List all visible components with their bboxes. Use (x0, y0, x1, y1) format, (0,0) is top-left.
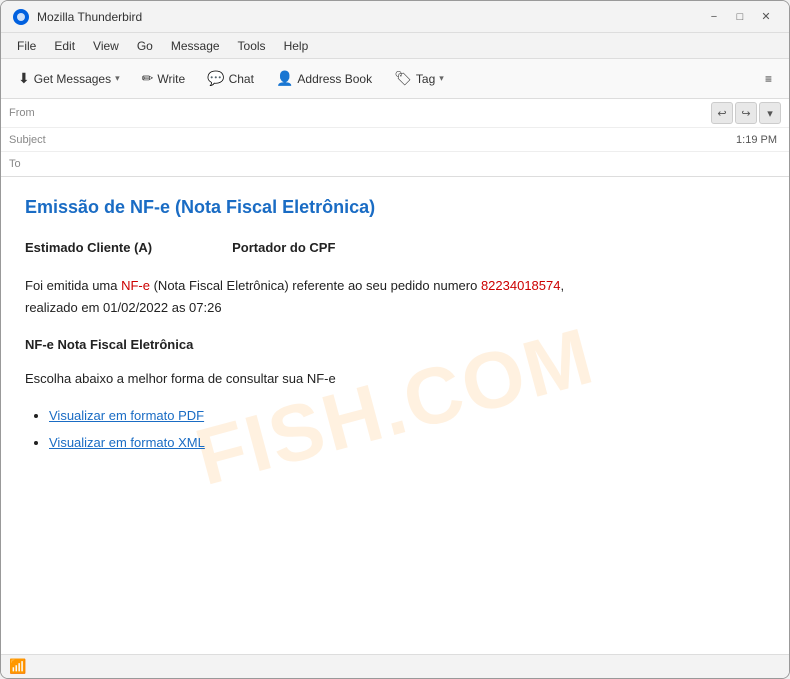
from-row: From ↩ ↪ ▾ (1, 99, 789, 128)
email-subject-heading: Emissão de NF-e (Nota Fiscal Eletrônica) (25, 197, 765, 218)
to-row: To (1, 152, 789, 176)
minimize-button[interactable]: − (703, 6, 725, 28)
menu-tools[interactable]: Tools (230, 37, 274, 55)
body-line-2: realizado em 01/02/2022 as 07:26 (25, 300, 222, 315)
forward-button[interactable]: ↪ (735, 102, 757, 124)
list-item: Visualizar em formato PDF (49, 406, 765, 427)
instruction-text: Escolha abaixo a melhor forma de consult… (25, 368, 765, 390)
get-messages-icon: ⬇ (18, 70, 30, 87)
menu-help[interactable]: Help (276, 37, 317, 55)
menu-go[interactable]: Go (129, 37, 161, 55)
menu-edit[interactable]: Edit (46, 37, 83, 55)
email-action-buttons: ↩ ↪ ▾ (711, 102, 781, 124)
window-controls: − □ ✕ (703, 6, 777, 28)
tag-dropdown-icon: ▾ (439, 73, 444, 84)
write-label: Write (157, 72, 185, 86)
get-messages-button[interactable]: ⬇ Get Messages ▾ (9, 65, 129, 92)
greeting-left: Estimado Cliente (A) (25, 238, 152, 259)
wifi-icon: 📶 (9, 658, 26, 675)
subject-label: Subject (9, 134, 59, 146)
email-time: 1:19 PM (736, 134, 777, 146)
email-body-area: FISH.COM Emissão de NF-e (Nota Fiscal El… (1, 177, 789, 654)
tag-icon: 🏷 (394, 70, 412, 87)
greeting-row: Estimado Cliente (A) Portador do CPF (25, 238, 765, 259)
status-bar: 📶 (1, 654, 789, 678)
address-book-label: Address Book (297, 72, 372, 86)
app-icon (13, 9, 29, 25)
write-button[interactable]: ✏ Write (133, 65, 195, 92)
menu-bar: File Edit View Go Message Tools Help (1, 33, 789, 59)
main-window: Mozilla Thunderbird − □ ✕ File Edit View… (0, 0, 790, 679)
address-book-icon: 👤 (276, 70, 293, 87)
body-text-1: Foi emitida uma (25, 278, 121, 293)
subject-row: Subject 1:19 PM (1, 128, 789, 152)
xml-link[interactable]: Visualizar em formato XML (49, 435, 205, 450)
nf-e-label: NF-e (121, 278, 150, 293)
hamburger-menu-button[interactable]: ≡ (756, 67, 781, 91)
window-title: Mozilla Thunderbird (37, 10, 703, 24)
more-actions-button[interactable]: ▾ (759, 102, 781, 124)
section-title: NF-e Nota Fiscal Eletrônica (25, 335, 765, 356)
menu-view[interactable]: View (85, 37, 127, 55)
menu-message[interactable]: Message (163, 37, 228, 55)
hamburger-menu-icon: ≡ (765, 72, 772, 86)
maximize-button[interactable]: □ (729, 6, 751, 28)
close-button[interactable]: ✕ (755, 6, 777, 28)
title-bar: Mozilla Thunderbird − □ ✕ (1, 1, 789, 33)
chat-icon: 💬 (207, 70, 224, 87)
chat-button[interactable]: 💬 Chat (198, 65, 263, 92)
to-label: To (9, 158, 59, 170)
body-paragraph-1: Foi emitida uma NF-e (Nota Fiscal Eletrô… (25, 275, 765, 319)
menu-file[interactable]: File (9, 37, 44, 55)
body-text-3: , (560, 278, 564, 293)
body-text-2: (Nota Fiscal Eletrônica) referente ao se… (150, 278, 481, 293)
address-book-button[interactable]: 👤 Address Book (267, 65, 381, 92)
link-list: Visualizar em formato PDF Visualizar em … (25, 406, 765, 454)
tag-label: Tag (416, 72, 435, 86)
write-icon: ✏ (142, 70, 154, 87)
from-label: From (9, 107, 59, 119)
pdf-link[interactable]: Visualizar em formato PDF (49, 408, 204, 423)
get-messages-dropdown-icon: ▾ (115, 73, 120, 84)
email-header: From ↩ ↪ ▾ Subject 1:19 PM To (1, 99, 789, 177)
reply-button[interactable]: ↩ (711, 102, 733, 124)
order-number: 82234018574 (481, 278, 561, 293)
get-messages-label: Get Messages (34, 72, 111, 86)
list-item: Visualizar em formato XML (49, 433, 765, 454)
chat-label: Chat (229, 72, 254, 86)
greeting-right: Portador do CPF (232, 238, 335, 259)
tag-button[interactable]: 🏷 Tag ▾ (385, 65, 453, 92)
toolbar: ⬇ Get Messages ▾ ✏ Write 💬 Chat 👤 Addres… (1, 59, 789, 99)
email-body-content: Estimado Cliente (A) Portador do CPF Foi… (25, 238, 765, 453)
